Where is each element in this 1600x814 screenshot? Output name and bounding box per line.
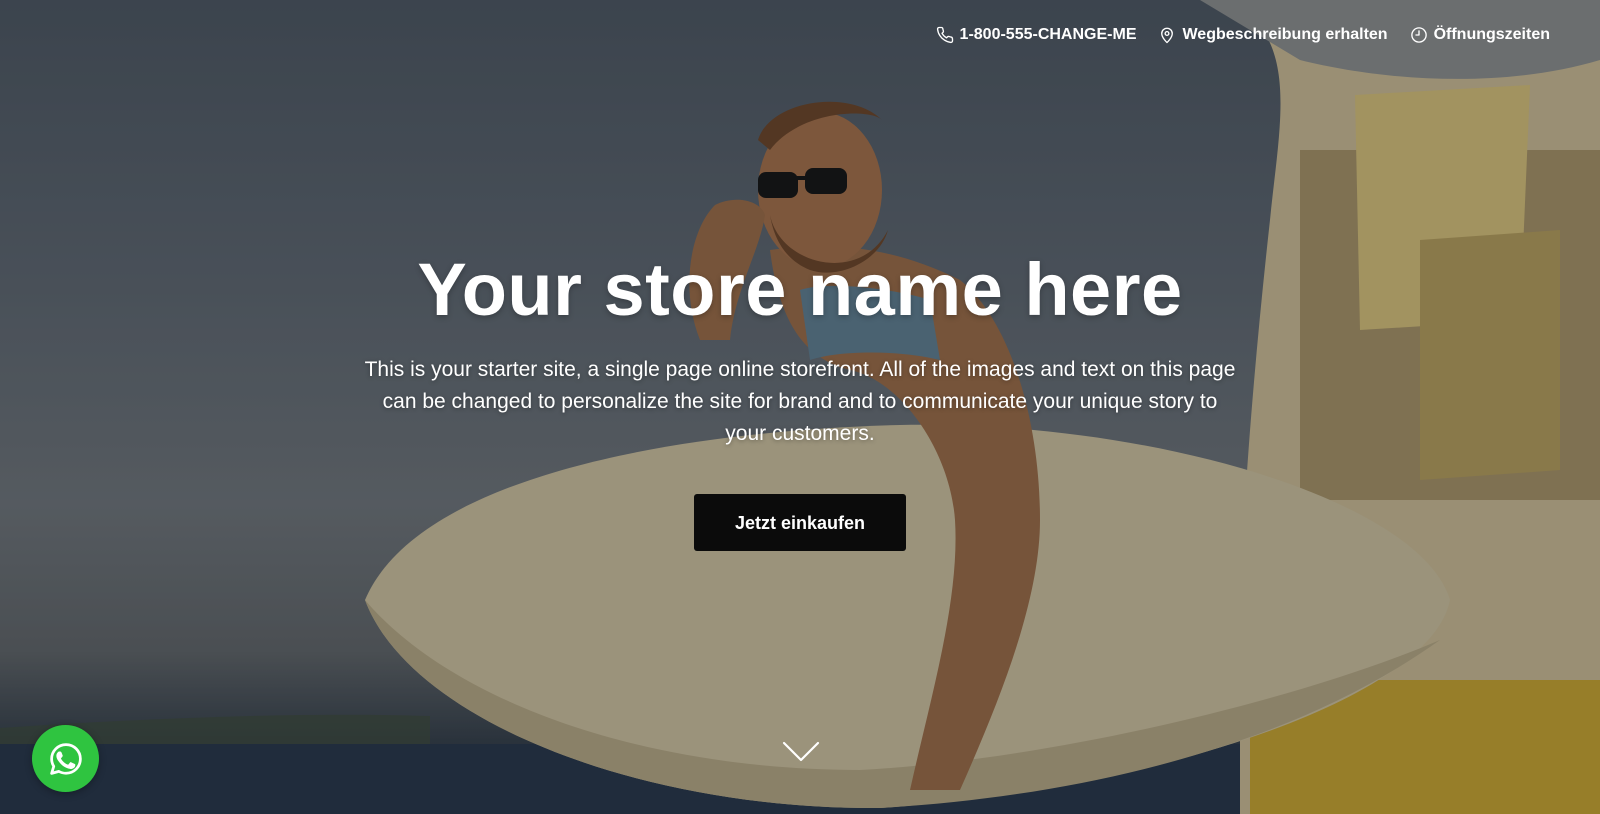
phone-link[interactable]: 1-800-555-CHANGE-ME xyxy=(936,26,1137,44)
hours-link[interactable]: Öffnungszeiten xyxy=(1410,26,1550,44)
top-contact-bar: 1-800-555-CHANGE-ME Wegbeschreibung erha… xyxy=(936,26,1550,44)
hours-label: Öffnungszeiten xyxy=(1433,26,1550,43)
directions-link[interactable]: Wegbeschreibung erhalten xyxy=(1158,26,1388,44)
whatsapp-icon xyxy=(49,742,82,775)
chevron-down-icon[interactable] xyxy=(782,740,820,764)
store-description: This is your starter site, a single page… xyxy=(364,358,1236,445)
hero-section: 1-800-555-CHANGE-ME Wegbeschreibung erha… xyxy=(0,0,1600,814)
location-pin-icon xyxy=(1161,27,1174,44)
phone-icon xyxy=(936,26,953,44)
phone-number: 1-800-555-CHANGE-ME xyxy=(959,26,1137,43)
directions-label: Wegbeschreibung erhalten xyxy=(1182,26,1388,43)
shop-now-button[interactable]: Jetzt einkaufen xyxy=(694,494,906,551)
clock-icon xyxy=(1410,27,1427,43)
hero-content: Your store name here This is your starte… xyxy=(0,248,1600,551)
store-title: Your store name here xyxy=(417,248,1183,331)
whatsapp-button[interactable] xyxy=(32,725,99,792)
